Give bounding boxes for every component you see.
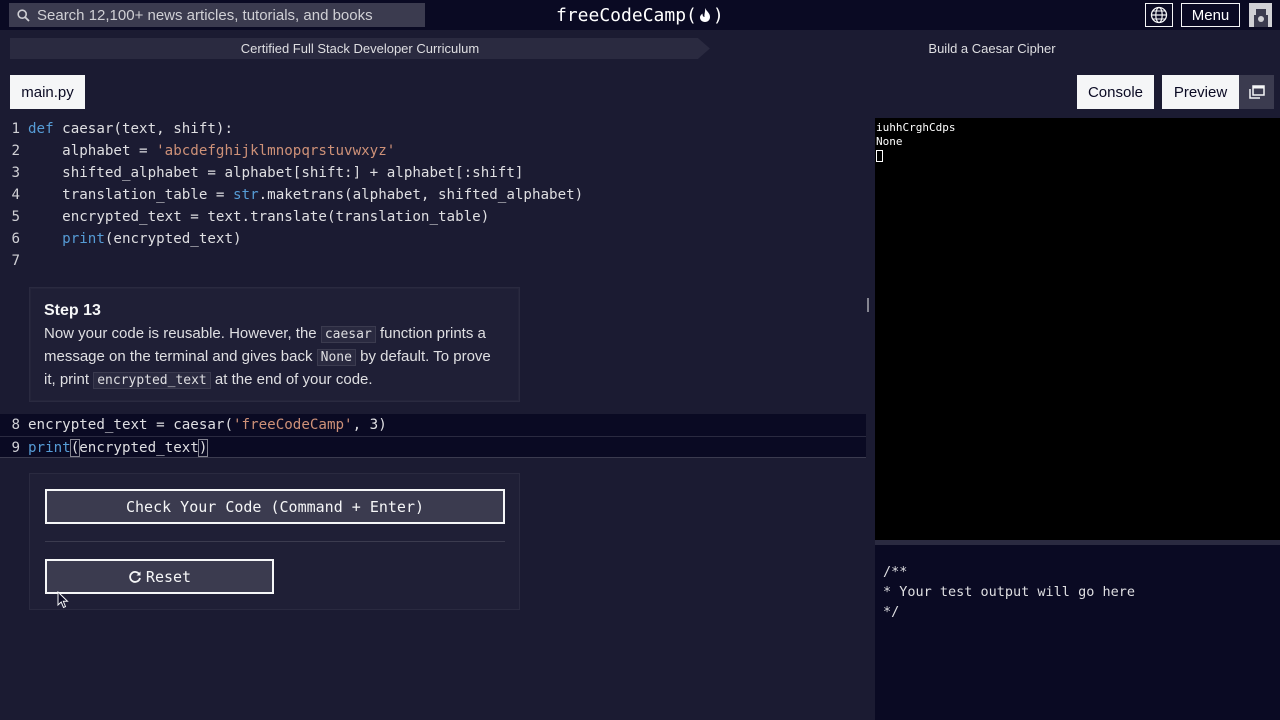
code-token: def	[28, 121, 54, 137]
search-bar[interactable]	[9, 3, 425, 27]
line-number: 6	[11, 231, 20, 247]
code-text[interactable]: def caesar(text, shift):	[28, 118, 233, 140]
code-text[interactable]: alphabet = 'abcdefghijklmnopqrstuvwxyz'	[28, 140, 395, 162]
line-number: 4	[11, 187, 20, 203]
tab-main-py[interactable]: main.py	[10, 75, 85, 109]
menu-button[interactable]: Menu	[1181, 3, 1240, 27]
terminal-lines: iuhhCrghCdps None	[876, 121, 956, 148]
code-line[interactable]: 8 encrypted_text = caesar('freeCodeCamp',…	[0, 414, 868, 436]
code-token: 'abcdefghijklmnopqrstuvwxyz'	[156, 143, 396, 159]
inline-code-caesar: caesar	[320, 326, 376, 343]
reset-label: Reset	[145, 567, 192, 586]
code-line[interactable]: 3 shifted_alphabet = alphabet[shift:] + …	[0, 162, 868, 184]
line-number: 8	[11, 417, 20, 433]
code-token: encrypted_text = text.translate(translat…	[28, 209, 490, 225]
line-number: 7	[11, 253, 20, 269]
code-token: print	[28, 440, 71, 456]
code-token: encrypted_text	[79, 440, 199, 456]
inline-code-encrypted-text: encrypted_text	[93, 372, 211, 389]
code-line[interactable]: 7	[0, 250, 868, 272]
code-token: , 3)	[352, 417, 387, 433]
code-token: caesar(text, shift):	[53, 121, 233, 137]
code-token: print	[62, 231, 105, 247]
step-text-4: at the end of your code.	[210, 371, 373, 388]
code-token: )	[197, 439, 209, 457]
freecodecamp-logo[interactable]: freeCodeCamp ( )	[556, 3, 724, 27]
action-panel: Check Your Code (Command + Enter) Reset	[29, 473, 520, 610]
breadcrumb-curriculum-link[interactable]: Certified Full Stack Developer Curriculu…	[10, 38, 710, 59]
check-code-button[interactable]: Check Your Code (Command + Enter)	[45, 489, 505, 524]
line-number: 5	[11, 209, 20, 225]
code-editor[interactable]: 1 def caesar(text, shift): 2 alphabet = 'a…	[0, 118, 868, 720]
code-line[interactable]: 1 def caesar(text, shift):	[0, 118, 868, 140]
divider	[45, 541, 505, 542]
terminal-output[interactable]: iuhhCrghCdps None	[875, 118, 1280, 540]
search-input[interactable]	[37, 3, 425, 27]
code-text[interactable]: print(encrypted_text)	[28, 437, 209, 459]
search-icon	[9, 8, 37, 22]
flame-icon	[699, 8, 710, 22]
step-instructions-panel: Step 13 Now your code is reusable. Howev…	[29, 287, 520, 402]
camper-avatar-icon	[1253, 9, 1268, 27]
code-token: .maketrans(alphabet, shifted_alphabet)	[258, 187, 584, 203]
code-text[interactable]: translation_table = str.maketrans(alphab…	[28, 184, 583, 206]
code-text[interactable]: print(encrypted_text)	[28, 228, 242, 250]
code-token: translation_table =	[28, 187, 233, 203]
code-text[interactable]: shifted_alphabet = alphabet[shift:] + al…	[28, 162, 523, 184]
code-line[interactable]: 6 print(encrypted_text)	[0, 228, 868, 250]
reset-icon	[129, 570, 141, 583]
external-window-icon	[1248, 85, 1265, 99]
breadcrumb: Certified Full Stack Developer Curriculu…	[10, 38, 1274, 59]
code-text[interactable]: encrypted_text = caesar('freeCodeCamp', …	[28, 414, 387, 436]
console-toggle-button[interactable]: Console	[1077, 75, 1154, 109]
code-token: (	[69, 439, 81, 457]
brand-text: freeCodeCamp	[556, 4, 687, 26]
top-navigation: freeCodeCamp ( ) Menu	[0, 0, 1280, 30]
scrollbar-thumb[interactable]	[867, 298, 869, 312]
mouse-cursor-icon	[57, 591, 69, 609]
code-text[interactable]: encrypted_text = text.translate(translat…	[28, 206, 489, 228]
language-button[interactable]	[1145, 3, 1173, 27]
step-description: Now your code is reusable. However, the …	[44, 323, 505, 392]
code-line[interactable]: 2 alphabet = 'abcdefghijklmnopqrstuvwxyz…	[0, 140, 868, 162]
preview-label: Preview	[1173, 83, 1228, 101]
preview-toggle-button[interactable]: Preview	[1162, 75, 1274, 109]
inline-code-none: None	[316, 349, 356, 366]
step-title: Step 13	[44, 302, 101, 319]
brand-open-paren: (	[686, 4, 697, 26]
preview-popout-button[interactable]	[1239, 75, 1274, 109]
step-text-1: Now your code is reusable. However, the	[44, 325, 321, 342]
reset-button[interactable]: Reset	[45, 559, 274, 594]
globe-icon	[1150, 6, 1168, 24]
line-number: 1	[11, 121, 20, 137]
code-token: encrypted_text = caesar(	[28, 417, 233, 433]
terminal-cursor	[876, 150, 883, 162]
code-token: 'freeCodeCamp'	[233, 417, 353, 433]
breadcrumb-project-link[interactable]: Build a Caesar Cipher	[698, 38, 1274, 59]
line-number: 2	[11, 143, 20, 159]
code-token: shifted_alphabet = alphabet[shift:] + al…	[28, 165, 524, 181]
test-output-panel: /** * Your test output will go here */	[875, 545, 1280, 720]
line-number: 9	[11, 440, 20, 456]
code-token: alphabet =	[28, 143, 157, 159]
code-line[interactable]: 5 encrypted_text = text.translate(transl…	[0, 206, 868, 228]
avatar[interactable]	[1249, 3, 1272, 27]
code-line[interactable]: 4 translation_table = str.maketrans(alph…	[0, 184, 868, 206]
code-token: (encrypted_text)	[104, 231, 242, 247]
brand-close-paren: )	[712, 4, 724, 26]
line-number: 3	[11, 165, 20, 181]
code-line[interactable]: 9 print(encrypted_text)	[0, 436, 868, 458]
code-token: str	[233, 187, 259, 203]
